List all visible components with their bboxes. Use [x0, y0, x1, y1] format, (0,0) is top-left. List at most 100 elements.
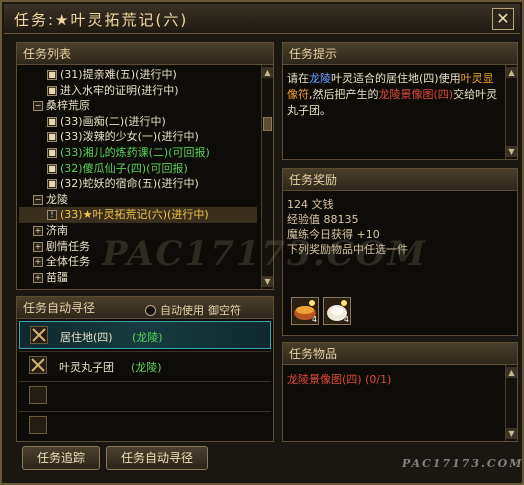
path-place: (龙陵) [131, 361, 162, 374]
close-button[interactable]: ✕ [492, 8, 514, 30]
task-marker-icon[interactable]: ■ [47, 179, 57, 190]
task-hint-text: 请在龙陵叶灵适合的居住地(四)使用叶灵显像符,然后把产生的龙陵景像图(四)交给叶… [287, 71, 499, 119]
task-tree-row[interactable]: ■ (31)提亲难(五)(进行中) [19, 67, 257, 83]
collapse-icon[interactable]: − [33, 101, 43, 112]
reward-item-1[interactable]: 4 [291, 297, 319, 325]
task-tree-row[interactable]: − 桑梓荒原 [19, 98, 257, 114]
task-reward-header: 任务奖励 [283, 169, 517, 191]
task-track-button[interactable]: 任务追踪 [22, 446, 100, 470]
task-list-header: 任务列表 [17, 43, 273, 65]
empty-slot-icon [29, 416, 47, 434]
hint-segment: 请在 [287, 72, 309, 85]
task-items-panel: 任务物品 龙陵景像图(四) (0/1) ▲ ▼ [282, 342, 518, 442]
path-row[interactable] [19, 381, 271, 409]
task-tree-label: (33)泼辣的少女(一)(进行中) [60, 130, 199, 144]
task-tree-row[interactable]: + 剧情任务 [19, 239, 257, 255]
crossed-swords-icon [30, 326, 48, 344]
task-list-scrollbar[interactable]: ▲ ▼ [261, 65, 273, 289]
reward-exp: 经验值 88135 [287, 213, 359, 226]
path-row[interactable]: 居住地(四) (龙陵) [19, 321, 271, 349]
task-tree-label: 桑梓荒原 [46, 99, 90, 113]
hint-segment: 交给 [453, 88, 476, 101]
task-tree-row[interactable]: + 济南 [19, 223, 257, 239]
task-tree-label: 苗疆 [46, 270, 68, 284]
title-bar: 任务:★叶灵拓荒记(六) ✕ [4, 4, 520, 34]
task-items-header: 任务物品 [283, 343, 517, 365]
task-item-line: 龙陵景像图(四) (0/1) [287, 373, 392, 386]
auto-use-label: 自动使用 [160, 304, 204, 317]
auto-use-radio[interactable] [145, 304, 156, 316]
collapse-icon[interactable]: − [33, 194, 43, 205]
hint-segment: 龙陵 [309, 72, 331, 85]
task-reward-panel: 任务奖励 124 文钱 经验值 88135 魔练今日获得 +10 下列奖励物品中… [282, 168, 518, 336]
task-list-panel: 任务列表 ■ (31)提亲难(五)(进行中) ■ 进入水牢的证明(进行中) − 桑梓荒原 ■… [16, 42, 274, 290]
task-tree-label: (31)提亲难(五)(进行中) [60, 68, 177, 81]
items-scrollbar[interactable]: ▲ ▼ [505, 365, 517, 441]
task-tree-row[interactable]: ! (33)★叶灵拓荒记(六)(进行中) [19, 207, 257, 223]
task-tree-label: (32)傻瓜仙子(四)(可回报) [60, 161, 188, 175]
task-tree-label: 剧情任务 [46, 239, 90, 253]
hint-segment: 叶灵适合的居住地(四)使用 [331, 72, 461, 85]
task-tree-row[interactable]: ■ (33)泼辣的少女(一)(进行中) [19, 129, 257, 145]
path-row[interactable] [19, 411, 271, 439]
task-tree-row[interactable]: ■ (32)蛇妖的宿命(五)(进行中) [19, 176, 257, 192]
window-title: 任务:★叶灵拓荒记(六) [14, 11, 189, 29]
task-tree-row[interactable]: ■ (33)湘儿的炼药课(二)(可回报) [19, 145, 257, 161]
watermark-corner: PAC17173.COM [402, 457, 524, 470]
task-marker-icon[interactable]: ■ [47, 147, 57, 158]
item-count: 4 [311, 315, 317, 324]
task-hint-header: 任务提示 [283, 43, 517, 65]
auto-use-toggle[interactable]: 自动使用 御空符 [145, 302, 241, 318]
task-tree-label: 龙陵 [46, 192, 68, 206]
hint-scrollbar[interactable]: ▲ ▼ [505, 65, 517, 159]
reward-item-2[interactable]: 4 [323, 297, 351, 325]
expand-icon[interactable]: + [33, 225, 43, 236]
task-tree-label: (33)画痴(二)(进行中) [60, 114, 166, 128]
scroll-up-icon[interactable]: ▲ [262, 67, 273, 78]
expand-icon[interactable]: + [33, 257, 43, 268]
auto-path-title: 任务自动寻径 [23, 301, 96, 315]
task-hint-panel: 任务提示 请在龙陵叶灵适合的居住地(四)使用叶灵显像符,然后把产生的龙陵景像图(… [282, 42, 518, 160]
scroll-down-icon[interactable]: ▼ [506, 146, 517, 157]
task-tree-label: 济南 [46, 223, 68, 237]
empty-slot-icon [29, 386, 47, 404]
task-marker-icon[interactable]: ■ [47, 132, 57, 143]
task-tree-row[interactable]: − 龙陵 [19, 192, 257, 208]
path-row[interactable]: 叶灵丸子团 (龙陵) [19, 351, 271, 379]
quest-window: 任务:★叶灵拓荒记(六) ✕ 任务列表 ■ (31)提亲难(五)(进行中) ■ 进入水… [0, 0, 524, 485]
path-label: 居住地(四) [60, 331, 113, 344]
scroll-thumb[interactable] [263, 117, 272, 131]
task-tree-label: 全体任务 [46, 255, 90, 269]
task-marker-icon[interactable]: ■ [47, 163, 57, 174]
reward-choice-note: 下列奖励物品中任选一件 [287, 243, 408, 256]
task-marker-icon[interactable]: ■ [47, 70, 57, 80]
task-marker-icon[interactable]: ■ [47, 116, 57, 127]
path-label: 叶灵丸子团 [59, 361, 114, 374]
task-marker-icon[interactable]: ! [47, 210, 57, 221]
scroll-up-icon[interactable]: ▲ [506, 67, 517, 78]
expand-icon[interactable]: + [33, 241, 43, 252]
expand-icon[interactable]: + [33, 272, 43, 283]
reward-body: 124 文钱 经验值 88135 魔练今日获得 +10 下列奖励物品中任选一件 [287, 197, 499, 257]
task-tree: ■ (31)提亲难(五)(进行中) ■ 进入水牢的证明(进行中) − 桑梓荒原 ■ (33)画… [19, 67, 257, 289]
scroll-up-icon[interactable]: ▲ [506, 367, 517, 378]
task-marker-icon[interactable]: ■ [47, 85, 57, 96]
task-auto-path-button[interactable]: 任务自动寻径 [106, 446, 208, 470]
scroll-down-icon[interactable]: ▼ [262, 276, 273, 287]
task-tree-row[interactable]: ■ 进入水牢的证明(进行中) [19, 83, 257, 99]
item-count: 4 [343, 315, 349, 324]
task-tree-label: 进入水牢的证明(进行中) [60, 83, 179, 97]
crossed-swords-icon [29, 356, 47, 374]
reward-cultivation: 魔练今日获得 +10 [287, 228, 380, 241]
task-tree-row[interactable]: + 全体任务 [19, 254, 257, 270]
auto-use-target: 御空符 [208, 304, 241, 317]
reward-money: 124 文钱 [287, 198, 334, 211]
scroll-down-icon[interactable]: ▼ [506, 428, 517, 439]
path-place: (龙陵) [132, 331, 163, 344]
task-tree-row[interactable]: ■ (33)画痴(二)(进行中) [19, 114, 257, 130]
auto-path-panel: 任务自动寻径 自动使用 御空符 居住地(四) (龙陵) 叶灵丸子团 (龙陵) [16, 296, 274, 442]
hint-segment: 。 [320, 104, 331, 117]
task-tree-row[interactable]: ■ (32)傻瓜仙子(四)(可回报) [19, 161, 257, 177]
hint-segment: 龙陵景像图(四) [378, 88, 454, 101]
task-tree-row[interactable]: + 苗疆 [19, 270, 257, 286]
